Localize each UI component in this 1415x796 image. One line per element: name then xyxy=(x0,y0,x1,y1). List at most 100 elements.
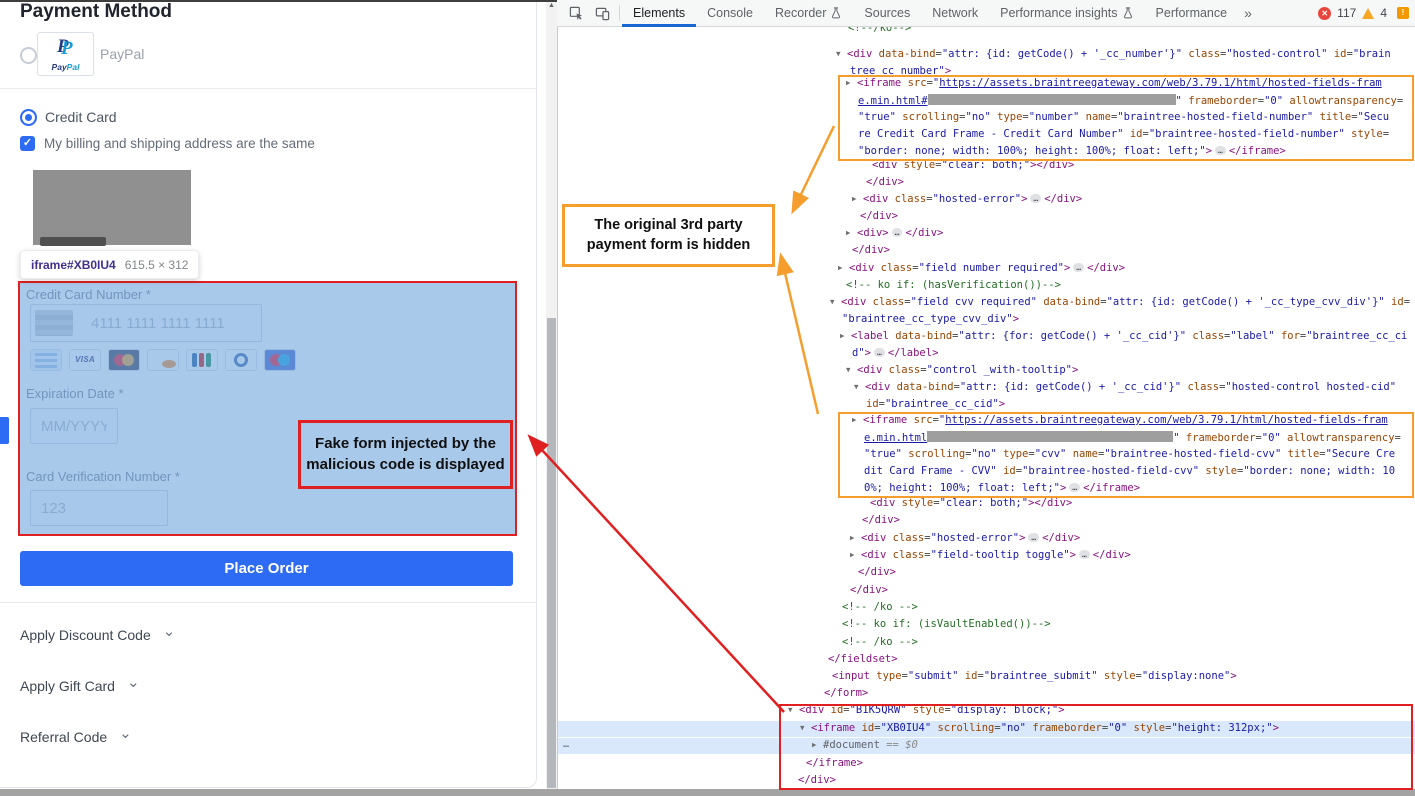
tab-console[interactable]: Console xyxy=(696,0,764,27)
accordion-apply-gift-card[interactable]: Apply Gift Card⌄ xyxy=(20,678,140,694)
code-line[interactable]: <!-- /ko --> xyxy=(842,601,918,613)
toolbar-separator xyxy=(619,5,620,21)
tab-performance[interactable]: Performance xyxy=(1145,0,1239,27)
expand-arrow-icon[interactable]: ▶ xyxy=(840,331,851,340)
billing-same-label: My billing and shipping address are the … xyxy=(44,136,315,151)
device-toolbar-icon[interactable] xyxy=(595,6,610,21)
ellipsis-button[interactable]: … xyxy=(1079,550,1090,559)
place-order-button[interactable]: Place Order xyxy=(20,551,513,586)
chevron-down-icon: ⌄ xyxy=(119,730,132,738)
code-line[interactable]: "braintree_cc_type_cvv_div"> xyxy=(842,313,1019,325)
credit-card-option-label: Credit Card xyxy=(45,109,117,125)
code-line[interactable]: d">…</label> xyxy=(852,347,938,359)
code-line[interactable]: </div> xyxy=(866,176,904,188)
tab-elements[interactable]: Elements xyxy=(622,0,696,27)
code-line[interactable]: </div> xyxy=(858,566,896,578)
code-token: d" xyxy=(852,347,865,359)
code-token: </div> xyxy=(858,566,896,578)
code-line[interactable]: <!-- ko if: (hasVerification())--> xyxy=(846,279,1061,291)
expand-arrow-icon[interactable]: ▶ xyxy=(838,263,849,272)
ellipsis-button[interactable]: … xyxy=(1073,263,1084,272)
code-token: "attr: {id: getCode() + '_cc_cid'}" xyxy=(960,381,1181,393)
divider xyxy=(0,602,536,603)
redacted-image xyxy=(33,170,191,245)
node-more-actions-button[interactable]: … xyxy=(563,739,569,750)
code-token: "attr: {id: getCode() + '_cc_type_cvv_di… xyxy=(1107,296,1385,308)
code-token: <div xyxy=(861,549,886,561)
expand-arrow-icon[interactable]: ▶ xyxy=(850,533,861,542)
code-line[interactable]: ▶<div class="hosted-error">…</div> xyxy=(850,532,1080,544)
code-token: </div> xyxy=(1093,549,1131,561)
code-token: class xyxy=(1188,48,1220,60)
expand-arrow-icon[interactable]: ▼ xyxy=(854,382,865,391)
inspect-element-icon[interactable] xyxy=(569,6,584,21)
tab-recorder[interactable]: Recorder xyxy=(764,0,853,27)
tab-performance-insights[interactable]: Performance insights xyxy=(989,0,1144,27)
screenshot-root: Payment Method P P PayPal PayPal Credit … xyxy=(0,0,1415,796)
code-line[interactable]: </div> xyxy=(860,210,898,222)
hidden-iframe-box-1 xyxy=(838,75,1414,161)
page-scrollbar-thumb[interactable] xyxy=(547,318,556,788)
feedback-tab[interactable] xyxy=(0,417,9,444)
accordion-referral-code[interactable]: Referral Code⌄ xyxy=(20,729,132,745)
accordion-apply-discount-code[interactable]: Apply Discount Code⌄ xyxy=(20,627,175,643)
ellipsis-button[interactable]: … xyxy=(1030,194,1041,203)
code-line[interactable]: ▼<div data-bind="attr: {id: getCode() + … xyxy=(836,48,1391,60)
code-line[interactable]: ▶<div class="hosted-error">…</div> xyxy=(852,193,1082,205)
code-line[interactable]: <input type="submit" id="braintree_submi… xyxy=(832,670,1237,682)
code-token: > xyxy=(1070,549,1076,561)
code-line[interactable]: ▶<div>…</div> xyxy=(846,227,943,239)
code-line[interactable]: </fieldset> xyxy=(828,653,898,665)
paypal-radio[interactable] xyxy=(20,47,37,64)
code-line[interactable]: <!-- ko if: (isVaultEnabled())--> xyxy=(842,618,1051,630)
tab-label: Console xyxy=(707,6,753,20)
code-line[interactable]: </div> xyxy=(850,584,888,596)
error-icon[interactable]: ✕ xyxy=(1318,7,1331,20)
code-line[interactable]: </div> xyxy=(862,514,900,526)
issues-icon[interactable]: ! xyxy=(1397,7,1409,19)
code-line[interactable]: <!-- /ko --> xyxy=(842,636,918,648)
code-line[interactable]: ▼<div class="control _with-tooltip"> xyxy=(846,364,1078,376)
code-token: <div xyxy=(863,193,888,205)
credit-card-radio[interactable] xyxy=(20,109,37,126)
ellipsis-button[interactable]: … xyxy=(874,348,885,357)
more-tabs-button[interactable]: » xyxy=(1238,5,1258,21)
code-line[interactable]: <div style="clear: both;"></div> xyxy=(870,497,1072,509)
code-line[interactable]: ▼<div data-bind="attr: {id: getCode() + … xyxy=(854,381,1396,393)
expand-arrow-icon[interactable]: ▼ xyxy=(836,49,847,58)
expand-arrow-icon[interactable]: ▶ xyxy=(846,228,857,237)
expand-arrow-icon[interactable]: ▶ xyxy=(852,194,863,203)
warning-count: 4 xyxy=(1380,6,1387,20)
code-token: > xyxy=(999,398,1005,410)
expand-arrow-icon[interactable]: ▶ xyxy=(850,550,861,559)
code-token: <input xyxy=(832,670,870,682)
ellipsis-button[interactable]: … xyxy=(892,228,903,237)
ellipsis-button[interactable]: … xyxy=(1028,533,1039,542)
tab-network[interactable]: Network xyxy=(921,0,989,27)
tab-label: Network xyxy=(932,6,978,20)
code-token: <div xyxy=(847,48,872,60)
paypal-logo[interactable]: P P PayPal xyxy=(37,32,94,76)
code-line[interactable]: </form> xyxy=(824,687,868,699)
beaker-icon xyxy=(1122,7,1134,19)
code-token: > xyxy=(865,347,871,359)
code-line[interactable]: ▶<div class="field-tooltip toggle">…</di… xyxy=(850,549,1131,561)
accordion-label: Apply Gift Card xyxy=(20,678,115,694)
code-line[interactable]: ▶<label data-bind="attr: {for: getCode()… xyxy=(840,330,1407,342)
code-token: for xyxy=(1281,330,1300,342)
tab-sources[interactable]: Sources xyxy=(853,0,921,27)
expand-arrow-icon[interactable]: ▼ xyxy=(830,297,841,306)
scrollbar-up-icon[interactable]: ▲ xyxy=(546,2,557,9)
code-line[interactable]: </div> xyxy=(852,244,890,256)
warning-icon[interactable] xyxy=(1362,8,1374,19)
expand-arrow-icon[interactable]: ▼ xyxy=(846,365,857,374)
billing-same-checkbox[interactable]: ✓ xyxy=(20,136,35,151)
code-token: class xyxy=(881,262,913,274)
code-line[interactable]: id="braintree_cc_cid"> xyxy=(866,398,1005,410)
code-token: "clear: both;" xyxy=(940,497,1029,509)
code-token: id xyxy=(1391,296,1404,308)
tab-label: Performance xyxy=(1156,6,1228,20)
code-token: "attr: {id: getCode() + '_cc_number'}" xyxy=(942,48,1182,60)
code-line[interactable]: ▶<div class="field number required">…</d… xyxy=(838,262,1125,274)
code-line[interactable]: ▼<div class="field cvv required" data-bi… xyxy=(830,296,1410,308)
